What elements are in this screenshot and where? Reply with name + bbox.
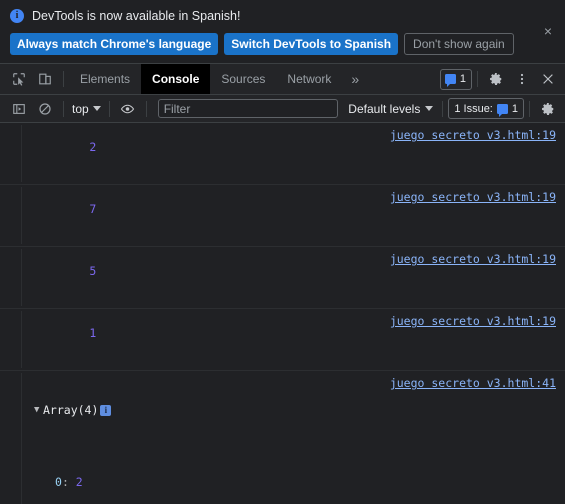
close-icon[interactable]: × (541, 24, 555, 38)
speech-bubble-icon (496, 103, 508, 117)
live-expression-eye-icon[interactable] (115, 96, 141, 122)
language-notification-banner: i DevTools is now available in Spanish! … (0, 0, 565, 64)
tab-console[interactable]: Console (141, 64, 211, 94)
log-value: 7 (89, 202, 97, 216)
console-log-body: 1 juego secreto v3.html:19 (22, 311, 565, 368)
device-toolbar-icon[interactable] (32, 66, 58, 92)
filter-divider-5 (529, 100, 530, 117)
console-log-row[interactable]: 2 juego secreto v3.html:19 (0, 123, 565, 185)
info-circle-icon: i (10, 9, 24, 23)
array-entry-key: 0 (55, 475, 62, 489)
tab-network[interactable]: Network (276, 64, 342, 94)
array-entry-row: 0: 2 (55, 475, 83, 489)
console-array-log-row[interactable]: ▼ Array(4) i juego secreto v3.html:41 0: 2… (0, 371, 565, 504)
banner-actions: Always match Chrome's language Switch De… (10, 33, 555, 55)
clear-console-icon[interactable] (32, 96, 58, 122)
kebab-menu-icon[interactable] (509, 66, 535, 92)
console-log-row[interactable]: 1 juego secreto v3.html:19 (0, 309, 565, 371)
dont-show-again-button[interactable]: Don't show again (404, 33, 514, 55)
banner-message: DevTools is now available in Spanish! (32, 9, 241, 23)
log-value: 5 (89, 264, 97, 278)
toolbar-divider-2 (477, 71, 478, 87)
filter-input[interactable] (157, 99, 339, 118)
message-count: 1 (459, 73, 466, 85)
more-tabs-icon[interactable]: » (342, 64, 368, 94)
array-header-label: Array(4) (43, 403, 99, 417)
array-entry-value: 2 (75, 475, 83, 489)
console-sidebar-icon[interactable] (6, 96, 32, 122)
execution-context-label: top (72, 101, 89, 116)
console-log-body: 2 juego secreto v3.html:19 (22, 125, 565, 182)
disclosure-triangle-icon[interactable]: ▼ (34, 402, 43, 418)
tab-sources[interactable]: Sources (210, 64, 276, 94)
console-log-row[interactable]: 5 juego secreto v3.html:19 (0, 247, 565, 309)
gear-icon[interactable] (483, 66, 509, 92)
switch-to-spanish-button[interactable]: Switch DevTools to Spanish (224, 33, 399, 55)
issues-label: 1 Issue: (454, 102, 493, 115)
panel-tabs: Elements Console Sources Network » (69, 64, 368, 94)
execution-context-selector[interactable]: top (69, 102, 104, 116)
speech-bubble-icon (444, 74, 456, 87)
tab-elements[interactable]: Elements (69, 64, 141, 94)
toolbar-divider (63, 71, 64, 87)
row-gutter (0, 311, 22, 368)
source-link[interactable]: juego secreto v3.html:19 (390, 314, 556, 328)
log-levels-selector[interactable]: Default levels (344, 102, 437, 116)
source-link[interactable]: juego secreto v3.html:19 (390, 190, 556, 204)
issues-badge[interactable]: 1 Issue: 1 (448, 98, 524, 119)
array-header-row[interactable]: ▼ Array(4) i (34, 402, 565, 418)
row-gutter (0, 125, 22, 182)
always-match-language-button[interactable]: Always match Chrome's language (10, 33, 219, 55)
row-gutter (0, 249, 22, 306)
chevron-down-icon (425, 106, 434, 111)
info-badge-icon[interactable]: i (100, 405, 112, 416)
console-log-row[interactable]: 7 juego secreto v3.html:19 (0, 185, 565, 247)
log-value: 2 (89, 140, 97, 154)
filter-divider-3 (145, 100, 147, 117)
issues-count: 1 (511, 102, 518, 115)
chevron-down-icon (92, 106, 101, 111)
banner-message-row: i DevTools is now available in Spanish! (10, 7, 555, 25)
console-log-body: 7 juego secreto v3.html:19 (22, 187, 565, 244)
console-array-log-body: ▼ Array(4) i juego secreto v3.html:41 0: 2… (22, 373, 565, 504)
devtools-window: i DevTools is now available in Spanish! … (0, 0, 565, 504)
source-link[interactable]: juego secreto v3.html:19 (390, 252, 556, 266)
console-log-body: 5 juego secreto v3.html:19 (22, 249, 565, 306)
devtools-main-toolbar: Elements Console Sources Network » 1 (0, 64, 565, 95)
inspect-cursor-icon[interactable] (6, 66, 32, 92)
source-link[interactable]: juego secreto v3.html:19 (390, 128, 556, 142)
log-levels-label: Default levels (348, 101, 421, 116)
console-filter-toolbar: top Default levels 1 Issue: 1 (0, 95, 565, 123)
filter-divider-4 (442, 100, 444, 117)
row-gutter (0, 373, 22, 504)
close-icon[interactable] (535, 66, 561, 92)
source-link[interactable]: juego secreto v3.html:41 (390, 376, 556, 390)
filter-divider-1 (63, 100, 64, 117)
filter-divider-2 (108, 100, 110, 117)
console-output[interactable]: 2 juego secreto v3.html:19 7 juego secre… (0, 123, 565, 504)
message-count-badge[interactable]: 1 (439, 68, 472, 90)
row-gutter (0, 187, 22, 244)
log-value: 1 (89, 326, 97, 340)
gear-icon[interactable] (535, 96, 561, 122)
